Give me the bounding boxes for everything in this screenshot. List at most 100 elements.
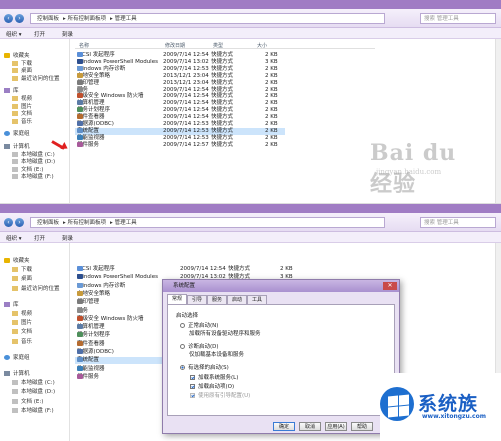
radio-icon[interactable] bbox=[180, 323, 185, 328]
folder-icon bbox=[12, 285, 18, 291]
burn-button[interactable]: 刻录 bbox=[62, 234, 73, 242]
back-button[interactable]: ‹ bbox=[4, 14, 13, 23]
window-titlebar bbox=[0, 0, 501, 9]
checkbox-icon[interactable] bbox=[190, 384, 195, 389]
nav-item[interactable]: 家庭组 bbox=[4, 131, 30, 138]
explorer-screenshot-top: ‹ › 控制面板 ▸ 所有控制面板项 ▸ 管理工具 搜索 管理工具 组织 ▾ 打开 … bbox=[0, 0, 501, 203]
address-box[interactable]: 控制面板 ▸ 所有控制面板项 ▸ 管理工具 bbox=[30, 13, 385, 24]
breadcrumb-1[interactable]: 所有控制面板项 bbox=[68, 220, 107, 226]
breadcrumb-0[interactable]: 控制面板 bbox=[37, 16, 59, 22]
radio-icon[interactable] bbox=[180, 344, 185, 349]
nav-item[interactable]: 库 bbox=[4, 301, 19, 309]
breadcrumb-1[interactable]: 所有控制面板项 bbox=[68, 16, 107, 22]
apply-button[interactable]: 应用(A) bbox=[325, 422, 347, 431]
nav-item[interactable]: 视频 bbox=[12, 311, 32, 318]
radio-normal-startup[interactable]: 正常启动(N) bbox=[180, 321, 218, 329]
check-load-startup[interactable]: 加载启动项(O) bbox=[190, 382, 234, 390]
nav-item[interactable]: 计算机 bbox=[4, 371, 30, 378]
nav-item[interactable]: 文档 bbox=[12, 111, 32, 118]
nav-item[interactable]: 本地磁盘 (F:) bbox=[12, 174, 54, 181]
file-row[interactable]: 组件服务2009/7/14 12:57快捷方式2 KB bbox=[75, 141, 285, 149]
tab-0[interactable]: 常规 bbox=[167, 294, 187, 304]
nav-item-label: 图片 bbox=[21, 103, 33, 110]
close-icon[interactable]: ✕ bbox=[383, 282, 397, 290]
folder-icon bbox=[12, 96, 18, 101]
scrollbar[interactable] bbox=[495, 39, 501, 203]
nav-item[interactable]: 最近访问的位置 bbox=[12, 75, 60, 83]
radio-selective-startup[interactable]: 有选择的启动(S) bbox=[180, 363, 229, 371]
nav-item[interactable]: 文档 (E:) bbox=[12, 398, 43, 406]
nav-item-label: 本地磁盘 (C:) bbox=[21, 151, 55, 158]
ok-button[interactable]: 确定 bbox=[273, 422, 295, 431]
column-type[interactable]: 类型 bbox=[213, 42, 223, 49]
watermark-sub: jingyan.baidu.com bbox=[376, 168, 442, 176]
nav-item[interactable]: 下载 bbox=[12, 60, 32, 68]
nav-item[interactable]: 本地磁盘 (D:) bbox=[12, 159, 55, 166]
organize-button[interactable]: 组织 ▾ bbox=[6, 30, 22, 38]
nav-item[interactable]: 文档 (E:) bbox=[12, 166, 43, 174]
nav-item[interactable]: 本地磁盘 (D:) bbox=[12, 389, 55, 396]
network-icon bbox=[4, 131, 10, 137]
help-button[interactable]: 帮助 bbox=[351, 422, 373, 431]
search-input[interactable]: 搜索 管理工具 bbox=[420, 217, 496, 228]
system-config-dialog: 系统配置 ✕ 常规 引导 服务 启动 工具 启动选择 正常启动(N) 加载所有设备驱动程… bbox=[162, 279, 400, 434]
burn-button[interactable]: 刻录 bbox=[62, 30, 73, 38]
tab-2[interactable]: 服务 bbox=[207, 295, 227, 304]
check-original-boot[interactable]: 使用原有引导配置(U) bbox=[190, 391, 250, 399]
window-titlebar bbox=[0, 204, 501, 213]
breadcrumb-2[interactable]: 管理工具 bbox=[115, 16, 137, 22]
checkbox-icon[interactable] bbox=[190, 375, 195, 380]
tab-panel-general: 启动选择 正常启动(N) 加载所有设备驱动程序和服务 诊断启动(D) 仅加载基本… bbox=[167, 304, 395, 416]
cancel-button[interactable]: 取消 bbox=[299, 422, 321, 431]
nav-item[interactable]: 计算机 bbox=[4, 144, 30, 151]
tab-3[interactable]: 启动 bbox=[227, 295, 247, 304]
shortcut-icon bbox=[77, 365, 83, 371]
column-modified[interactable]: 修改日期 bbox=[165, 42, 185, 49]
check-load-services[interactable]: 加载系统服务(L) bbox=[190, 373, 238, 381]
nav-item[interactable]: 收藏夹 bbox=[4, 258, 30, 265]
nav-item[interactable]: 库 bbox=[4, 88, 19, 95]
column-name[interactable]: 名称 bbox=[79, 42, 89, 49]
nav-item-label: 收藏夹 bbox=[13, 258, 30, 264]
checkbox-icon[interactable] bbox=[190, 393, 195, 398]
library-icon bbox=[4, 301, 10, 307]
baidu-watermark: Bai du 经验 jingyan.baidu.com bbox=[370, 140, 485, 197]
folder-icon bbox=[12, 75, 18, 81]
breadcrumb-2[interactable]: 管理工具 bbox=[115, 220, 137, 226]
nav-item[interactable]: 音乐 bbox=[12, 118, 32, 126]
nav-item-label: 最近访问的位置 bbox=[21, 75, 60, 82]
nav-item[interactable]: 下载 bbox=[12, 267, 32, 274]
nav-item[interactable]: 本地磁盘 (F:) bbox=[12, 407, 54, 415]
open-button[interactable]: 打开 bbox=[34, 234, 45, 242]
search-input[interactable]: 搜索 管理工具 bbox=[420, 13, 496, 24]
radio-diagnostic-startup[interactable]: 诊断启动(D) bbox=[180, 342, 219, 350]
nav-item[interactable]: 视频 bbox=[12, 96, 32, 103]
nav-item[interactable]: 收藏夹 bbox=[4, 53, 30, 60]
nav-item[interactable]: 家庭组 bbox=[4, 354, 30, 362]
shortcut-icon bbox=[77, 100, 83, 106]
nav-item[interactable]: 文档 bbox=[12, 329, 32, 336]
tab-1[interactable]: 引导 bbox=[187, 295, 207, 304]
organize-button[interactable]: 组织 ▾ bbox=[6, 234, 22, 242]
nav-item[interactable]: 音乐 bbox=[12, 338, 32, 346]
nav-item[interactable]: 图片 bbox=[12, 320, 32, 327]
breadcrumb-0[interactable]: 控制面板 bbox=[37, 220, 59, 226]
forward-button[interactable]: › bbox=[15, 218, 24, 227]
folder-icon bbox=[12, 118, 18, 124]
shortcut-icon bbox=[77, 65, 83, 71]
windows-logo-icon bbox=[380, 387, 414, 421]
file-row[interactable]: iSCSI 发起程序 2009/7/14 12:54 快捷方式 2 KB bbox=[75, 266, 305, 273]
column-size[interactable]: 大小 bbox=[257, 42, 267, 49]
nav-item[interactable]: 本地磁盘 (C:) bbox=[12, 380, 55, 387]
nav-item[interactable]: 最近访问的位置 bbox=[12, 285, 60, 293]
forward-button[interactable]: › bbox=[15, 14, 24, 23]
address-box[interactable]: 控制面板 ▸ 所有控制面板项 ▸ 管理工具 bbox=[30, 217, 385, 228]
open-button[interactable]: 打开 bbox=[34, 30, 45, 38]
nav-item[interactable]: 桌面 bbox=[12, 68, 32, 75]
nav-item[interactable]: 桌面 bbox=[12, 276, 32, 283]
nav-item[interactable]: 本地磁盘 (C:) bbox=[12, 151, 55, 159]
radio-icon[interactable] bbox=[180, 365, 185, 370]
tab-4[interactable]: 工具 bbox=[247, 295, 267, 304]
nav-item[interactable]: 图片 bbox=[12, 103, 33, 111]
back-button[interactable]: ‹ bbox=[4, 218, 13, 227]
